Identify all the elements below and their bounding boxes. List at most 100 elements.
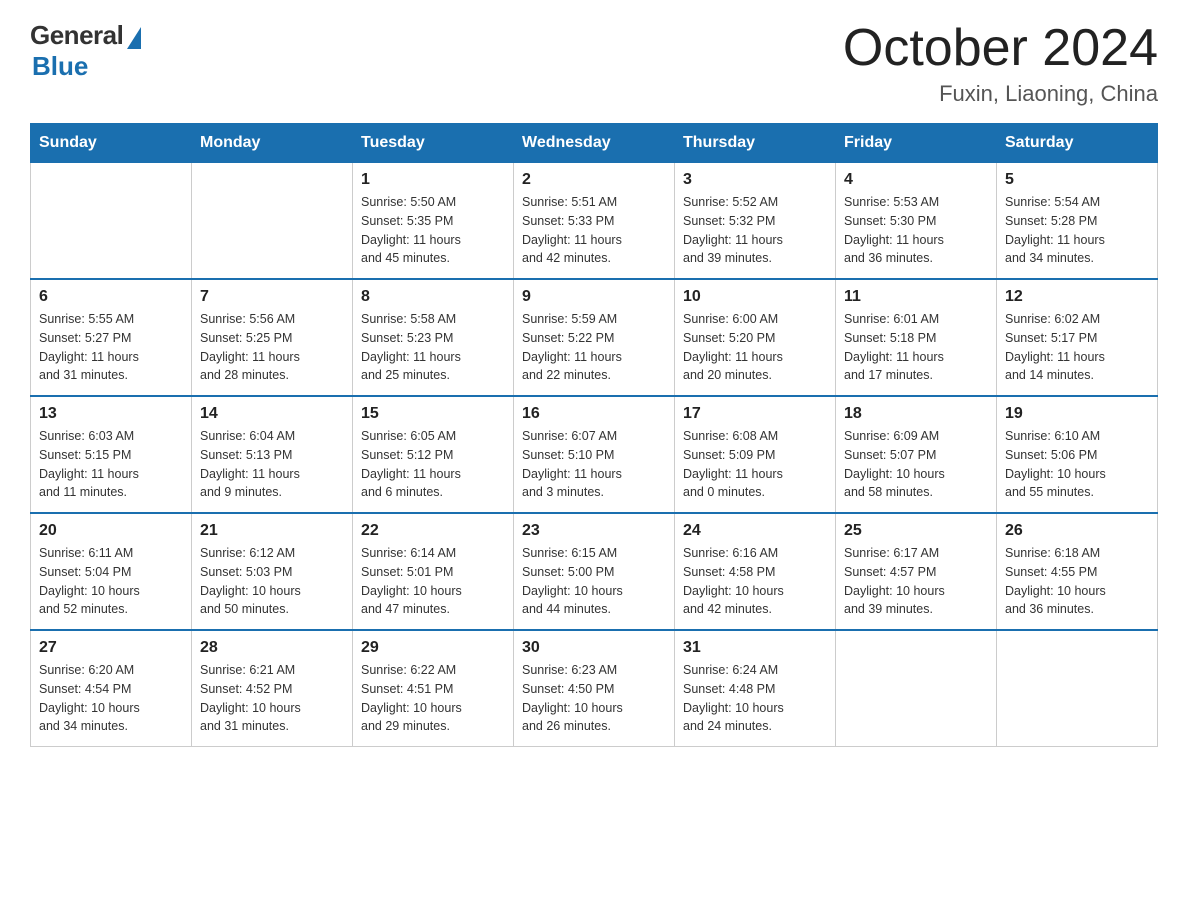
day-info: Sunrise: 6:02 AMSunset: 5:17 PMDaylight:… [1005,310,1149,385]
table-row: 19Sunrise: 6:10 AMSunset: 5:06 PMDayligh… [997,396,1158,513]
day-number: 3 [683,171,827,189]
table-row: 12 Sunrise: 6:02 AMSunset: 5:17 PMDayligh… [997,279,1158,396]
col-thursday: Thursday [675,124,836,163]
day-info: Sunrise: 6:04 AMSunset: 5:13 PMDaylight:… [200,427,344,502]
col-wednesday: Wednesday [514,124,675,163]
table-row [31,163,192,280]
col-saturday: Saturday [997,124,1158,163]
day-info: Sunrise: 6:11 AMSunset: 5:04 PMDaylight:… [39,544,183,619]
table-row: 6 Sunrise: 5:55 AMSunset: 5:27 PMDaylight… [31,279,192,396]
page-header: General Blue October 2024 Fuxin, Liaonin… [30,20,1158,107]
day-info: Sunrise: 6:09 AMSunset: 5:07 PMDaylight:… [844,427,988,502]
day-number: 7 [200,288,344,306]
table-row: 23 Sunrise: 6:15 AMSunset: 5:00 PMDayligh… [514,513,675,630]
day-info: Sunrise: 6:24 AMSunset: 4:48 PMDaylight:… [683,661,827,736]
col-sunday: Sunday [31,124,192,163]
table-row: 13 Sunrise: 6:03 AMSunset: 5:15 PMDayligh… [31,396,192,513]
table-row: 18 Sunrise: 6:09 AMSunset: 5:07 PMDayligh… [836,396,997,513]
day-number: 13 [39,405,183,423]
table-row: 10 Sunrise: 6:00 AMSunset: 5:20 PMDayligh… [675,279,836,396]
day-info: Sunrise: 6:16 AMSunset: 4:58 PMDaylight:… [683,544,827,619]
day-number: 6 [39,288,183,306]
table-row: 15 Sunrise: 6:05 AMSunset: 5:12 PMDayligh… [353,396,514,513]
day-number: 11 [844,288,988,306]
day-number: 15 [361,405,505,423]
day-info: Sunrise: 6:22 AMSunset: 4:51 PMDaylight:… [361,661,505,736]
day-number: 22 [361,522,505,540]
day-number: 12 [1005,288,1149,306]
table-row: 20Sunrise: 6:11 AMSunset: 5:04 PMDayligh… [31,513,192,630]
calendar-week-row: 20Sunrise: 6:11 AMSunset: 5:04 PMDayligh… [31,513,1158,630]
table-row: 9 Sunrise: 5:59 AMSunset: 5:22 PMDaylight… [514,279,675,396]
day-number: 9 [522,288,666,306]
day-info: Sunrise: 6:08 AMSunset: 5:09 PMDaylight:… [683,427,827,502]
day-number: 10 [683,288,827,306]
day-number: 2 [522,171,666,189]
col-tuesday: Tuesday [353,124,514,163]
day-info: Sunrise: 5:54 AMSunset: 5:28 PMDaylight:… [1005,193,1149,268]
day-number: 26 [1005,522,1149,540]
day-number: 23 [522,522,666,540]
table-row: 22 Sunrise: 6:14 AMSunset: 5:01 PMDayligh… [353,513,514,630]
day-number: 24 [683,522,827,540]
day-number: 14 [200,405,344,423]
day-number: 1 [361,171,505,189]
day-info: Sunrise: 6:21 AMSunset: 4:52 PMDaylight:… [200,661,344,736]
calendar-week-row: 27Sunrise: 6:20 AMSunset: 4:54 PMDayligh… [31,630,1158,747]
table-row: 28 Sunrise: 6:21 AMSunset: 4:52 PMDayligh… [192,630,353,747]
table-row: 14 Sunrise: 6:04 AMSunset: 5:13 PMDayligh… [192,396,353,513]
day-info: Sunrise: 6:05 AMSunset: 5:12 PMDaylight:… [361,427,505,502]
day-number: 4 [844,171,988,189]
month-year-title: October 2024 [843,20,1158,77]
day-info: Sunrise: 5:56 AMSunset: 5:25 PMDaylight:… [200,310,344,385]
day-info: Sunrise: 6:00 AMSunset: 5:20 PMDaylight:… [683,310,827,385]
table-row: 2 Sunrise: 5:51 AMSunset: 5:33 PMDaylight… [514,163,675,280]
day-number: 21 [200,522,344,540]
table-row: 26Sunrise: 6:18 AMSunset: 4:55 PMDayligh… [997,513,1158,630]
title-section: October 2024 Fuxin, Liaoning, China [843,20,1158,107]
logo-general-text: General [30,20,123,51]
day-number: 28 [200,639,344,657]
table-row: 25Sunrise: 6:17 AMSunset: 4:57 PMDayligh… [836,513,997,630]
table-row: 24 Sunrise: 6:16 AMSunset: 4:58 PMDayligh… [675,513,836,630]
table-row: 7 Sunrise: 5:56 AMSunset: 5:25 PMDaylight… [192,279,353,396]
table-row: 31 Sunrise: 6:24 AMSunset: 4:48 PMDayligh… [675,630,836,747]
table-row: 17Sunrise: 6:08 AMSunset: 5:09 PMDayligh… [675,396,836,513]
day-number: 5 [1005,171,1149,189]
day-number: 18 [844,405,988,423]
logo-triangle-icon [127,27,141,49]
location-subtitle: Fuxin, Liaoning, China [843,81,1158,107]
table-row: 27Sunrise: 6:20 AMSunset: 4:54 PMDayligh… [31,630,192,747]
logo: General Blue [30,20,143,82]
day-info: Sunrise: 5:58 AMSunset: 5:23 PMDaylight:… [361,310,505,385]
day-info: Sunrise: 6:15 AMSunset: 5:00 PMDaylight:… [522,544,666,619]
day-number: 27 [39,639,183,657]
day-info: Sunrise: 5:52 AMSunset: 5:32 PMDaylight:… [683,193,827,268]
day-info: Sunrise: 5:55 AMSunset: 5:27 PMDaylight:… [39,310,183,385]
table-row: 8Sunrise: 5:58 AMSunset: 5:23 PMDaylight… [353,279,514,396]
table-row: 5 Sunrise: 5:54 AMSunset: 5:28 PMDaylight… [997,163,1158,280]
day-info: Sunrise: 6:23 AMSunset: 4:50 PMDaylight:… [522,661,666,736]
day-number: 31 [683,639,827,657]
calendar-week-row: 1Sunrise: 5:50 AMSunset: 5:35 PMDaylight… [31,163,1158,280]
day-number: 19 [1005,405,1149,423]
day-info: Sunrise: 5:59 AMSunset: 5:22 PMDaylight:… [522,310,666,385]
day-info: Sunrise: 6:17 AMSunset: 4:57 PMDaylight:… [844,544,988,619]
table-row: 29 Sunrise: 6:22 AMSunset: 4:51 PMDayligh… [353,630,514,747]
logo-bottom-text: Blue [32,51,88,82]
day-number: 16 [522,405,666,423]
col-monday: Monday [192,124,353,163]
day-info: Sunrise: 6:03 AMSunset: 5:15 PMDaylight:… [39,427,183,502]
day-info: Sunrise: 5:51 AMSunset: 5:33 PMDaylight:… [522,193,666,268]
col-friday: Friday [836,124,997,163]
day-number: 30 [522,639,666,657]
table-row: 11 Sunrise: 6:01 AMSunset: 5:18 PMDayligh… [836,279,997,396]
day-info: Sunrise: 6:01 AMSunset: 5:18 PMDaylight:… [844,310,988,385]
day-number: 29 [361,639,505,657]
table-row: 21Sunrise: 6:12 AMSunset: 5:03 PMDayligh… [192,513,353,630]
calendar-week-row: 6 Sunrise: 5:55 AMSunset: 5:27 PMDaylight… [31,279,1158,396]
day-info: Sunrise: 6:07 AMSunset: 5:10 PMDaylight:… [522,427,666,502]
day-info: Sunrise: 5:53 AMSunset: 5:30 PMDaylight:… [844,193,988,268]
table-row [836,630,997,747]
day-info: Sunrise: 6:14 AMSunset: 5:01 PMDaylight:… [361,544,505,619]
